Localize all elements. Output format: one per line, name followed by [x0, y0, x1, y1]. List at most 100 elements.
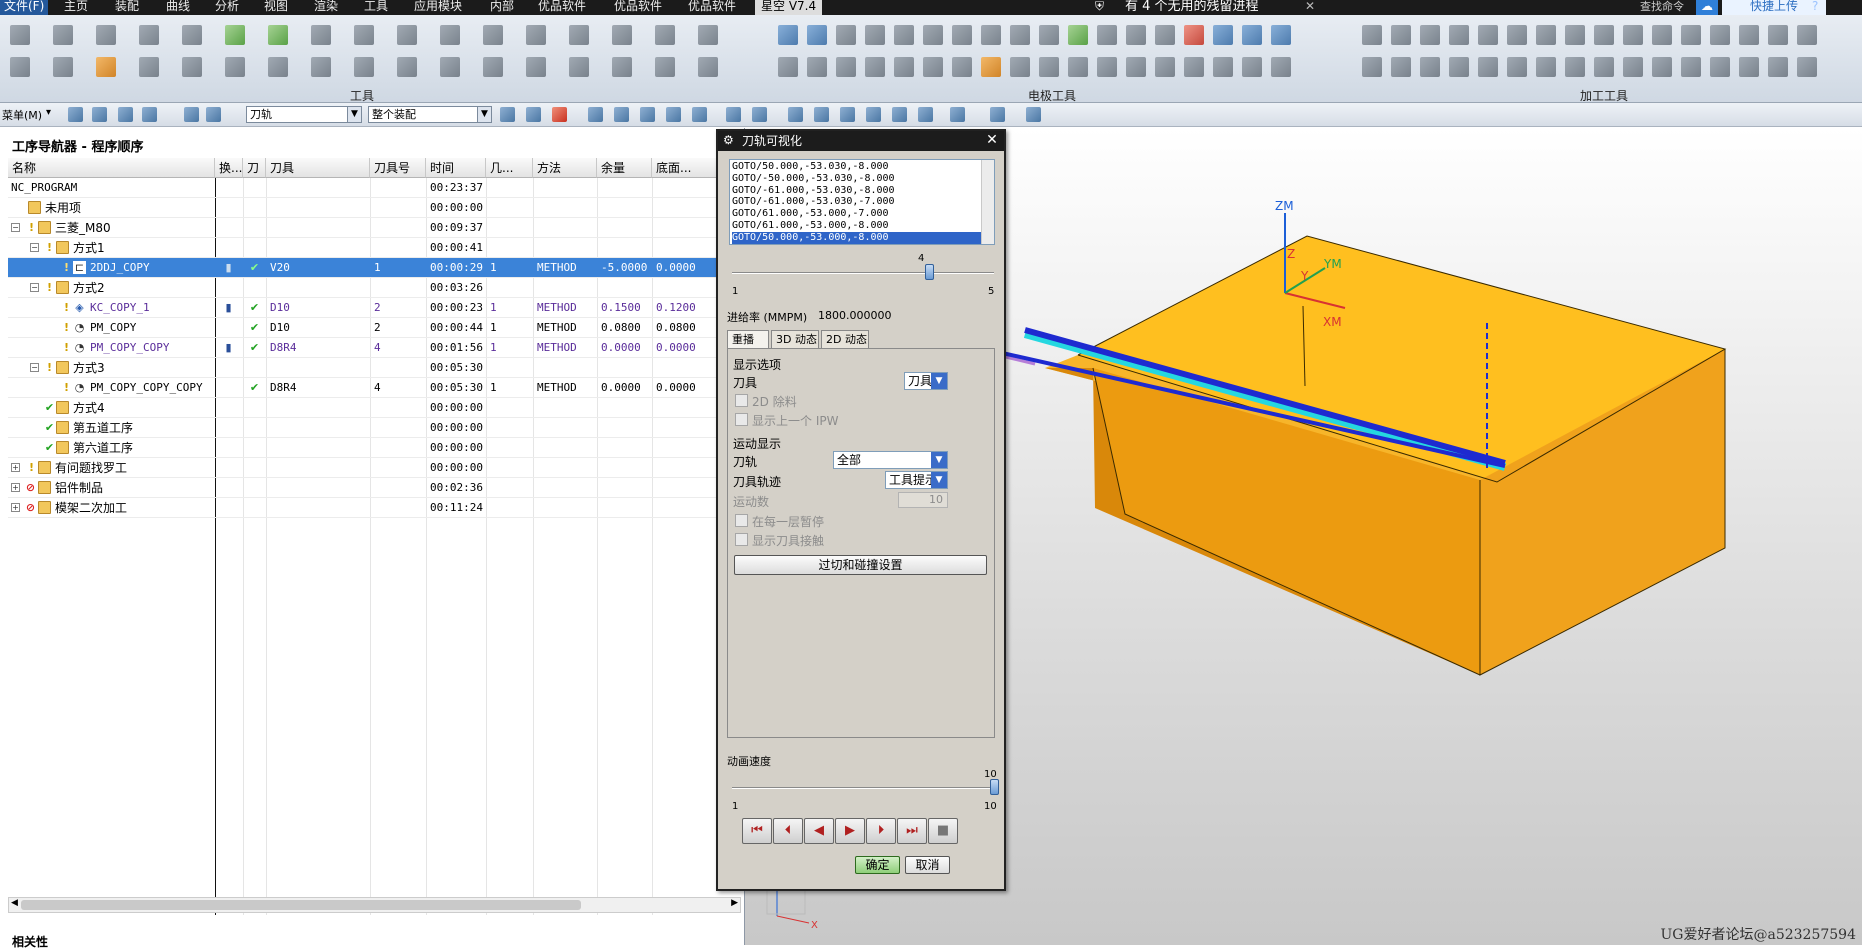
- electrode-tool-icon[interactable]: [1213, 25, 1233, 45]
- tool-icon[interactable]: [569, 25, 589, 45]
- table-row[interactable]: ! ◔ PM_COPY_COPY ▮ ✔ D8R4 4 00:01:56 1 M…: [8, 338, 719, 358]
- electrode-tool-icon[interactable]: [894, 25, 914, 45]
- table-row[interactable]: − ! 方式2 00:03:26: [8, 278, 719, 298]
- snap-icon[interactable]: [692, 107, 707, 122]
- machining-tool-icon[interactable]: [1362, 25, 1382, 45]
- ok-button[interactable]: 确定: [855, 856, 900, 874]
- electrode-tool-icon[interactable]: [894, 57, 914, 77]
- machining-tool-icon[interactable]: [1797, 25, 1817, 45]
- tool-icon[interactable]: [268, 25, 288, 45]
- electrode-tool-icon[interactable]: [981, 57, 1001, 77]
- fit-icon[interactable]: [788, 107, 803, 122]
- orient-icon[interactable]: [990, 107, 1005, 122]
- electrode-tool-icon[interactable]: [1126, 57, 1146, 77]
- chevron-down-icon[interactable]: ▼: [931, 373, 947, 389]
- tool-icon[interactable]: [96, 25, 116, 45]
- table-row[interactable]: ! ◈ KC_COPY_1 ▮ ✔ D10 2 00:00:23 1 METHO…: [8, 298, 719, 318]
- tool-icon[interactable]: [311, 57, 331, 77]
- collapse-icon[interactable]: −: [11, 223, 20, 232]
- electrode-tool-icon[interactable]: [1126, 25, 1146, 45]
- electrode-tool-icon[interactable]: [1213, 57, 1233, 77]
- machining-tool-icon[interactable]: [1507, 57, 1527, 77]
- column-header-tool-number[interactable]: 刀具号: [370, 158, 426, 178]
- expand-icon[interactable]: +: [11, 483, 20, 492]
- checkbox-pause-each-layer[interactable]: [735, 514, 748, 527]
- tool-icon[interactable]: [483, 57, 503, 77]
- electrode-tool-icon[interactable]: [981, 25, 1001, 45]
- speed-slider-track[interactable]: [732, 787, 994, 789]
- motion-count-field[interactable]: 10: [898, 492, 948, 508]
- table-row[interactable]: − ! 方式3 00:05:30: [8, 358, 719, 378]
- view-icon[interactable]: [752, 107, 767, 122]
- electrode-tool-icon[interactable]: [1010, 57, 1030, 77]
- menu-curve[interactable]: 曲线: [166, 0, 190, 15]
- tool-icon[interactable]: [53, 25, 73, 45]
- scroll-left-icon[interactable]: ◀: [11, 898, 18, 908]
- tool-icon[interactable]: [354, 57, 374, 77]
- menu-xingkong[interactable]: 星空 V7.4: [755, 0, 823, 15]
- electrode-tool-icon[interactable]: [1097, 25, 1117, 45]
- table-row[interactable]: + ! 有问题找罗工 00:00:00: [8, 458, 719, 478]
- column-header-time[interactable]: 时间: [426, 158, 486, 178]
- machining-tool-icon[interactable]: [1391, 25, 1411, 45]
- tool-icon[interactable]: [440, 57, 460, 77]
- cl-line[interactable]: GOTO/-50.000,-53.030,-8.000: [732, 173, 992, 185]
- view-icon[interactable]: [726, 107, 741, 122]
- table-row[interactable]: ✔ 方式4 00:00:00: [8, 398, 719, 418]
- tool-icon[interactable]: [182, 57, 202, 77]
- tool-icon[interactable]: [698, 57, 718, 77]
- menu-file[interactable]: 文件(F): [0, 0, 49, 15]
- table-row[interactable]: ✔ 第五道工序 00:00:00: [8, 418, 719, 438]
- menu-render[interactable]: 渲染: [314, 0, 338, 15]
- path-display-select[interactable]: 全部 ▼: [833, 451, 948, 469]
- electrode-tool-icon[interactable]: [807, 57, 827, 77]
- table-row[interactable]: + ⊘ 模架二次加工 00:11:24: [8, 498, 719, 518]
- snap-icon[interactable]: [640, 107, 655, 122]
- cloud-icon[interactable]: ☁: [1696, 0, 1718, 15]
- table-row[interactable]: + ⊘ 铝件制品 00:02:36: [8, 478, 719, 498]
- step-slider-thumb[interactable]: [924, 264, 934, 280]
- tool-icon[interactable]: [354, 25, 374, 45]
- machining-tool-icon[interactable]: [1536, 57, 1556, 77]
- tool-icon[interactable]: [311, 25, 331, 45]
- machining-tool-icon[interactable]: [1594, 25, 1614, 45]
- help-icon[interactable]: ?: [1812, 0, 1818, 15]
- skip-to-end-icon[interactable]: ⏭: [897, 818, 927, 844]
- tool-icon[interactable]: [139, 57, 159, 77]
- snap-icon[interactable]: [614, 107, 629, 122]
- electrode-tool-icon[interactable]: [1039, 25, 1059, 45]
- checkbox-show-tool-contact[interactable]: [735, 533, 748, 546]
- tool-icon[interactable]: [612, 57, 632, 77]
- process-notification[interactable]: 有 4 个无用的残留进程: [1125, 0, 1259, 15]
- cl-line[interactable]: GOTO/61.000,-53.000,-8.000: [732, 220, 992, 232]
- checkbox-show-prev-ipw[interactable]: [735, 413, 748, 426]
- tab-replay[interactable]: 重播: [727, 330, 769, 349]
- gear-icon[interactable]: ⚙: [723, 133, 734, 147]
- cl-line[interactable]: GOTO/61.000,-53.000,-7.000: [732, 208, 992, 220]
- tool-icon[interactable]: [483, 25, 503, 45]
- tool-display-select[interactable]: 刀具 ▼: [904, 372, 948, 390]
- menu-youpin-3[interactable]: 优品软件: [688, 0, 736, 15]
- electrode-tool-icon[interactable]: [952, 57, 972, 77]
- column-header-floor[interactable]: 底面...: [652, 158, 719, 178]
- column-header-method[interactable]: 方法: [533, 158, 597, 178]
- menu-assembly[interactable]: 装配: [115, 0, 139, 15]
- electrode-tool-icon[interactable]: [836, 57, 856, 77]
- electrode-tool-icon[interactable]: [1068, 57, 1088, 77]
- column-header-stock[interactable]: 余量: [597, 158, 652, 178]
- table-row-selected[interactable]: ! ⊏ 2DDJ_COPY ▮ ✔ V20 1 00:00:29 1 METHO…: [8, 258, 719, 278]
- select-icon[interactable]: [206, 107, 221, 122]
- machining-tool-icon[interactable]: [1652, 57, 1672, 77]
- table-row[interactable]: NC_PROGRAM 00:23:37: [8, 178, 719, 198]
- snap-icon[interactable]: [526, 107, 541, 122]
- column-header-change[interactable]: 换...: [215, 158, 243, 178]
- tool-trace-select[interactable]: 工具提示 ▼: [885, 471, 948, 489]
- machining-tool-icon[interactable]: [1768, 25, 1788, 45]
- sogou-input-icon[interactable]: [1184, 25, 1204, 45]
- electrode-tool-icon[interactable]: [836, 25, 856, 45]
- tool-icon[interactable]: [268, 57, 288, 77]
- electrode-tool-icon[interactable]: [923, 57, 943, 77]
- tab-3d-dynamic[interactable]: 3D 动态: [771, 330, 819, 348]
- menu-button[interactable]: 菜单(M): [2, 107, 42, 123]
- snap-icon[interactable]: [552, 107, 567, 122]
